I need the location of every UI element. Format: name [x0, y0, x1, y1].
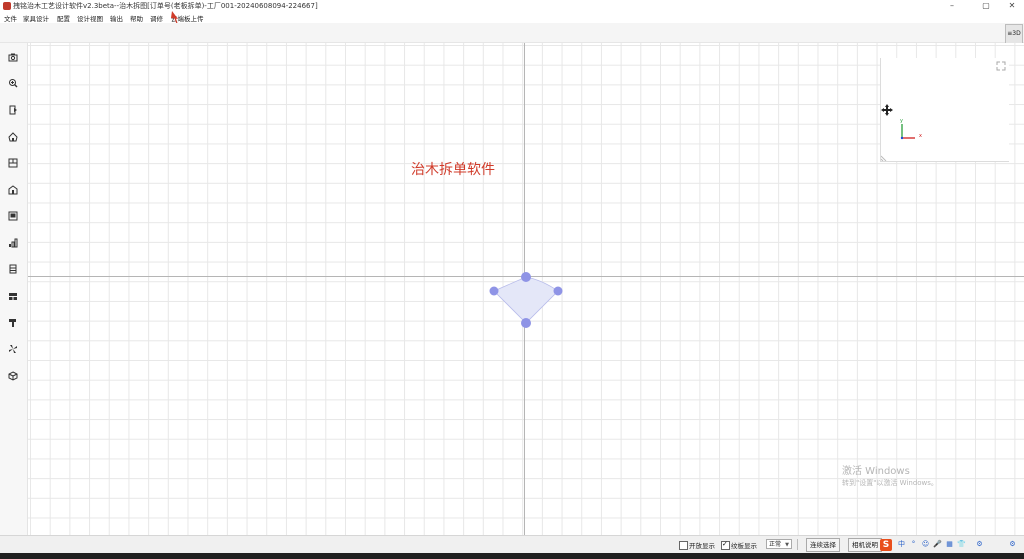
layout-icon[interactable]	[8, 158, 18, 168]
window-title: 拽铭治木工艺设计软件v2.3beta--治木拆图[订单号(老板拆单)-工厂001…	[13, 2, 318, 10]
panel-display-label: 纹板显示	[731, 542, 757, 550]
move-icon[interactable]	[881, 104, 893, 116]
vertex-handle[interactable]	[553, 286, 563, 296]
vertex-handle[interactable]	[489, 286, 499, 296]
taskbar	[0, 553, 1024, 559]
vertex-handle[interactable]	[521, 272, 531, 282]
watermark-title: 激活 Windows	[842, 466, 910, 477]
cube-icon[interactable]	[8, 371, 18, 381]
sector-shape[interactable]	[486, 268, 566, 328]
view-3d-button[interactable]: ≡3D	[1005, 24, 1023, 44]
watermark-subtitle: 转到"设置"以激活 Windows。	[842, 479, 938, 487]
house-icon[interactable]	[8, 185, 18, 195]
chevron-down-icon: ▼	[785, 542, 789, 548]
close-button[interactable]: ✕	[1000, 0, 1024, 12]
menu-output[interactable]: 输出	[110, 13, 123, 23]
ime-skin-icon[interactable]: 👕	[957, 540, 966, 549]
camera-guide-button[interactable]: 相机说明	[848, 538, 882, 552]
menu-help[interactable]: 帮助	[130, 13, 143, 23]
camera-icon[interactable]	[8, 52, 18, 62]
panel-display-checkbox[interactable]	[721, 540, 730, 550]
ime-tools-icon[interactable]: ⚙	[975, 540, 984, 549]
menu-adjust[interactable]: 调修	[150, 13, 163, 23]
status-bar: 开放显示 纹板显示 正常 ▼ 连续选择 相机说明 S 中 ° ☺ 🎤 ▦ 👕 ⚙…	[0, 535, 1024, 554]
ime-logo-icon[interactable]: S	[880, 539, 892, 551]
open-display-checkbox[interactable]	[679, 541, 688, 550]
mode-select-value: 正常	[769, 541, 782, 548]
bars-icon[interactable]	[8, 238, 18, 248]
mode-select[interactable]: 正常 ▼	[766, 539, 792, 549]
app-icon	[3, 2, 11, 10]
overlay-title: 治木拆单软件	[411, 162, 495, 178]
cabinet-icon[interactable]	[8, 264, 18, 274]
open-display-label: 开放显示	[689, 542, 715, 550]
axis-x-label: x	[919, 133, 922, 139]
title-bar: 拽铭治木工艺设计软件v2.3beta--治木拆图[订单号(老板拆单)-工厂001…	[0, 0, 1024, 12]
zoom-icon[interactable]	[8, 78, 18, 88]
panel-icon[interactable]	[8, 211, 18, 221]
fan-icon[interactable]	[8, 344, 18, 354]
windows-activation-watermark: 激活 Windows 转到"设置"以激活 Windows。	[842, 462, 938, 488]
ime-voice-icon[interactable]: 🎤	[933, 540, 942, 549]
menu-furniture-design[interactable]: 家具设计	[23, 13, 49, 23]
menu-file[interactable]: 文件	[4, 13, 17, 23]
minimize-button[interactable]: –	[940, 0, 964, 12]
hammer-icon[interactable]	[8, 318, 18, 328]
continuous-select-button[interactable]: 连续选择	[806, 538, 840, 552]
vertex-handle[interactable]	[521, 318, 531, 328]
axis-y-label: y	[900, 118, 903, 124]
maximize-button[interactable]: ▢	[974, 0, 998, 12]
drawer-icon[interactable]	[8, 291, 18, 301]
ime-mode-icon[interactable]: 中	[897, 540, 906, 549]
ime-emoji-icon[interactable]: ☺	[921, 540, 930, 549]
ime-keyboard-icon[interactable]: ▦	[945, 540, 954, 549]
home-icon[interactable]	[8, 132, 18, 142]
divider	[797, 539, 798, 550]
tool-sidebar	[0, 43, 28, 535]
toolbar	[0, 23, 1024, 43]
resize-grip-icon[interactable]	[881, 153, 889, 161]
menu-design-view[interactable]: 设计视图	[77, 13, 103, 23]
door-icon[interactable]	[8, 105, 18, 115]
menu-config[interactable]: 配置	[57, 13, 70, 23]
ime-settings-icon[interactable]: ⚙	[1008, 540, 1017, 549]
expand-icon[interactable]	[996, 61, 1006, 71]
ime-punct-icon[interactable]: °	[909, 540, 918, 549]
menu-bar: 文件 家具设计 配置 设计视图 输出 帮助 调修 云端板上传	[0, 12, 1024, 23]
preview-panel[interactable]: x y	[880, 58, 1009, 162]
